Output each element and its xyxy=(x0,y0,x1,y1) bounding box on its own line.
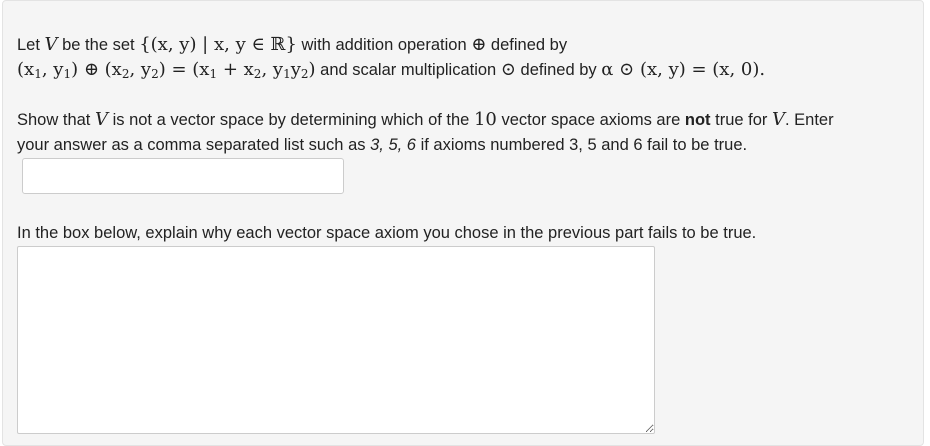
oplus-symbol: ⊕ xyxy=(471,34,487,55)
not-emphasis: not xyxy=(684,111,711,129)
example-answer: 3, 5, 6 xyxy=(370,136,416,154)
question-panel: Let V be the set {(x, y) | x, y ∈ ℝ} wit… xyxy=(2,0,924,446)
problem-statement-line-2: (x1, y1) ⊕ (x2, y2) = (x1 + x2, y1y2) an… xyxy=(17,59,766,81)
scalar-definition: α ⊙ (x, y) = (x, 0). xyxy=(601,59,766,80)
explain-prompt: In the box below, explain why each vecto… xyxy=(17,224,757,242)
explanation-textarea[interactable] xyxy=(17,246,655,434)
instruction-line-2: your answer as a comma separated list su… xyxy=(17,136,748,154)
instruction-line-1: Show that V is not a vector space by det… xyxy=(17,109,834,130)
axioms-answer-input[interactable] xyxy=(22,158,344,194)
set-definition: {(x, y) | x, y ∈ ℝ} xyxy=(139,34,297,55)
addition-definition: (x1, y1) ⊕ (x2, y2) = (x1 + x2, y1y2) xyxy=(17,59,316,81)
problem-statement-line-1: Let V be the set {(x, y) | x, y ∈ ℝ} wit… xyxy=(17,34,568,55)
odot-symbol: ⊙ xyxy=(500,59,516,80)
